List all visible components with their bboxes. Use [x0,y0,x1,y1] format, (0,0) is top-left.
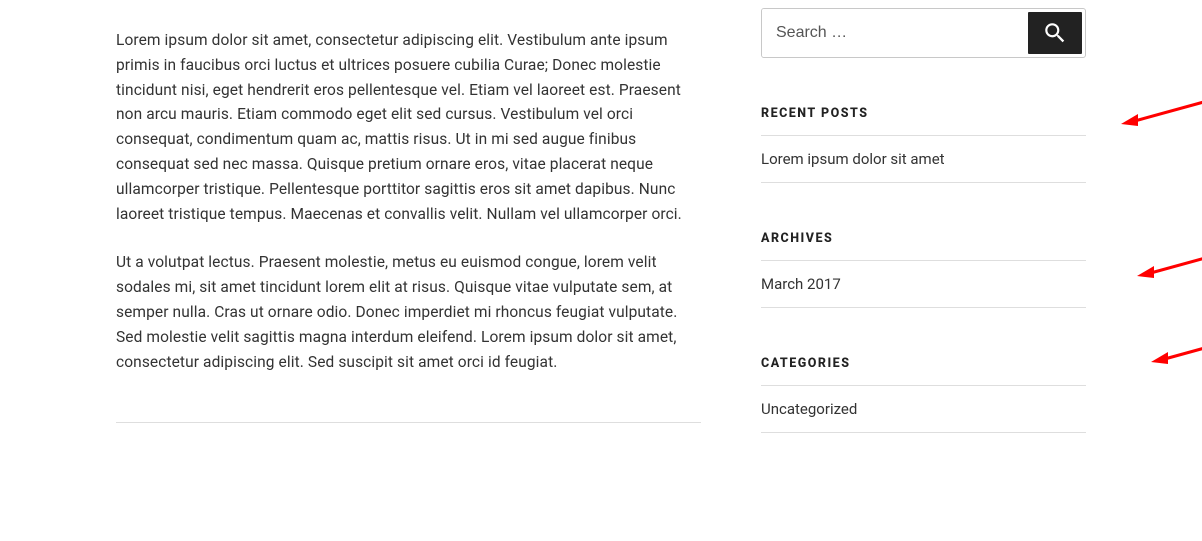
post-paragraph: Ut a volutpat lectus. Praesent molestie,… [116,250,701,374]
recent-post-link[interactable]: Lorem ipsum dolor sit amet [761,136,1086,182]
recent-posts-list: Lorem ipsum dolor sit amet [761,136,1086,183]
list-item: Lorem ipsum dolor sit amet [761,136,1086,183]
widget-archives: ARCHIVES March 2017 [761,231,1086,308]
widget-title: ARCHIVES [761,231,1086,261]
sidebar: RECENT POSTS Lorem ipsum dolor sit amet … [761,0,1086,481]
archive-link[interactable]: March 2017 [761,261,1086,307]
post-divider [116,422,701,423]
annotation-arrow-icon [1116,92,1202,132]
widget-title: CATEGORIES [761,356,1086,386]
annotation-arrow-icon [1132,244,1202,284]
post-content: Lorem ipsum dolor sit amet, consectetur … [116,0,701,423]
widget-recent-posts: RECENT POSTS Lorem ipsum dolor sit amet [761,106,1086,183]
widget-title: RECENT POSTS [761,106,1086,136]
search-button[interactable] [1028,12,1082,54]
search-input[interactable] [762,9,1025,57]
category-link[interactable]: Uncategorized [761,386,1086,432]
list-item: March 2017 [761,261,1086,308]
annotation-arrow-icon [1146,330,1202,370]
post-paragraph: Lorem ipsum dolor sit amet, consectetur … [116,28,701,226]
list-item: Uncategorized [761,386,1086,433]
categories-list: Uncategorized [761,386,1086,433]
search-icon [1042,20,1068,46]
page-container: Lorem ipsum dolor sit amet, consectetur … [86,0,1116,541]
search-form [761,8,1086,58]
archives-list: March 2017 [761,261,1086,308]
widget-categories: CATEGORIES Uncategorized [761,356,1086,433]
